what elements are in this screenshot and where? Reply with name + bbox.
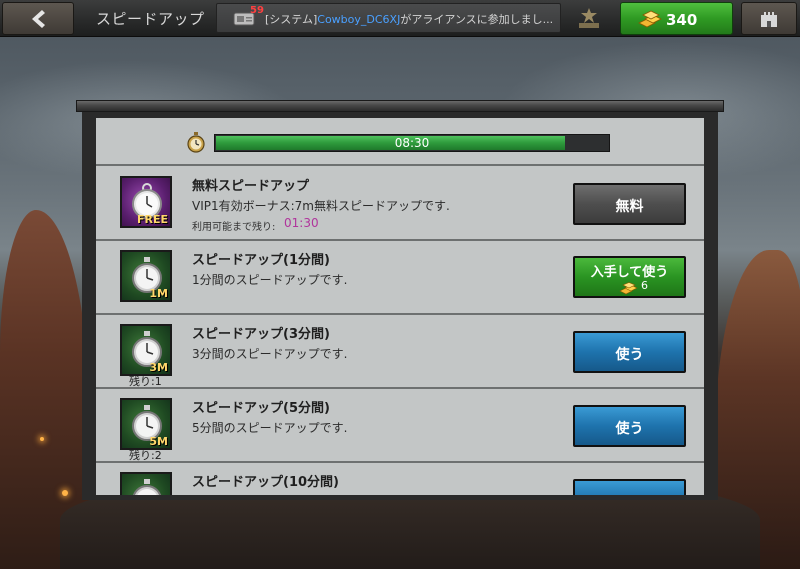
castle-menu-button[interactable]: [741, 2, 797, 35]
list-item-speedup-1m: 1M スピードアップ(1分間) 1分間のスピードアップです. 入手して使う 6: [96, 241, 704, 315]
stopwatch-icon: [132, 479, 162, 495]
item-icon: FREE: [120, 176, 172, 228]
top-bar: スピードアップ 59 [システム]Cowboy_DC6XJがアライアンスに参加し…: [0, 0, 800, 37]
button-label: 使う: [615, 421, 644, 437]
gold-button[interactable]: 340: [620, 2, 733, 35]
item-name: スピードアップ(10分間): [192, 475, 339, 490]
use-button[interactable]: [573, 479, 686, 495]
item-name: スピードアップ(3分間): [192, 327, 330, 342]
chat-ticker[interactable]: 59 [システム]Cowboy_DC6XJがアライアンスに参加しまし...: [216, 3, 561, 33]
item-icon-label: 1M: [149, 287, 168, 300]
list-item-speedup-5m: 5M 残り:2 スピードアップ(5分間) 5分間のスピードアップです. 使う: [96, 389, 704, 463]
gold-bars-icon: [619, 282, 638, 295]
unread-badge: 59: [250, 5, 264, 16]
gold-amount: 340: [666, 11, 698, 29]
speedup-dialog: 08:30 FREE 無料スピードアップ VIP1有効ボーナス:7m無料スピード…: [96, 118, 704, 495]
item-icon: 3M: [120, 324, 172, 376]
ticker-message: [システム]Cowboy_DC6XJがアライアンスに参加しまし...: [265, 11, 553, 27]
buy-and-use-button[interactable]: 入手して使う 6: [573, 256, 686, 298]
item-icon-label: FREE: [136, 213, 168, 226]
button-label: 入手して使う: [590, 265, 669, 280]
button-cost: 6: [641, 279, 648, 292]
item-icon: 5M: [120, 398, 172, 450]
button-label: 使う: [615, 347, 644, 363]
button-label: 無料: [615, 199, 644, 215]
ticker-text: がアライアンスに参加しまし...: [400, 13, 554, 26]
item-icon: 1M: [120, 250, 172, 302]
use-button[interactable]: 使う: [573, 331, 686, 373]
list-item-free-speedup: FREE 無料スピードアップ VIP1有効ボーナス:7m無料スピードアップです.…: [96, 167, 704, 241]
item-name: 無料スピードアップ: [192, 179, 310, 194]
gold-bars-icon: [638, 10, 662, 28]
speedup-dialog-header: [76, 100, 724, 112]
item-icon: [120, 472, 172, 495]
item-name: スピードアップ(5分間): [192, 401, 330, 416]
castle-menu-icon: [761, 11, 777, 27]
page-title: スピードアップ: [96, 10, 205, 28]
item-name: スピードアップ(1分間): [192, 253, 330, 268]
list-item-speedup-3m: 3M 残り:1 スピードアップ(3分間) 3分間のスピードアップです. 使う: [96, 315, 704, 389]
ticker-player-name: Cowboy_DC6XJ: [317, 13, 401, 26]
list-item-speedup-10m: スピードアップ(10分間): [96, 463, 704, 495]
use-button[interactable]: 使う: [573, 405, 686, 447]
alliance-icon[interactable]: [576, 6, 602, 30]
progress-bar: 08:30: [214, 134, 610, 152]
back-arrow-icon: [32, 9, 45, 28]
item-description: 5分間のスピードアップです.: [192, 421, 348, 435]
availability-label: 利用可能まで残り:: [192, 222, 276, 233]
back-button[interactable]: [2, 2, 74, 35]
ticker-prefix: [システム]: [265, 13, 318, 26]
item-description: 3分間のスピードアップです.: [192, 347, 348, 361]
progress-time: 08:30: [394, 136, 430, 150]
item-description: 1分間のスピードアップです.: [192, 273, 348, 287]
remaining-count: 残り:2: [129, 449, 162, 462]
progress-area: 08:30: [96, 118, 704, 166]
free-button[interactable]: 無料: [573, 183, 686, 225]
stopwatch-icon: [187, 132, 205, 153]
item-description: VIP1有効ボーナス:7m無料スピードアップです.: [192, 199, 450, 213]
remaining-count: 残り:1: [129, 375, 162, 388]
availability-timer: 01:30: [284, 216, 319, 230]
